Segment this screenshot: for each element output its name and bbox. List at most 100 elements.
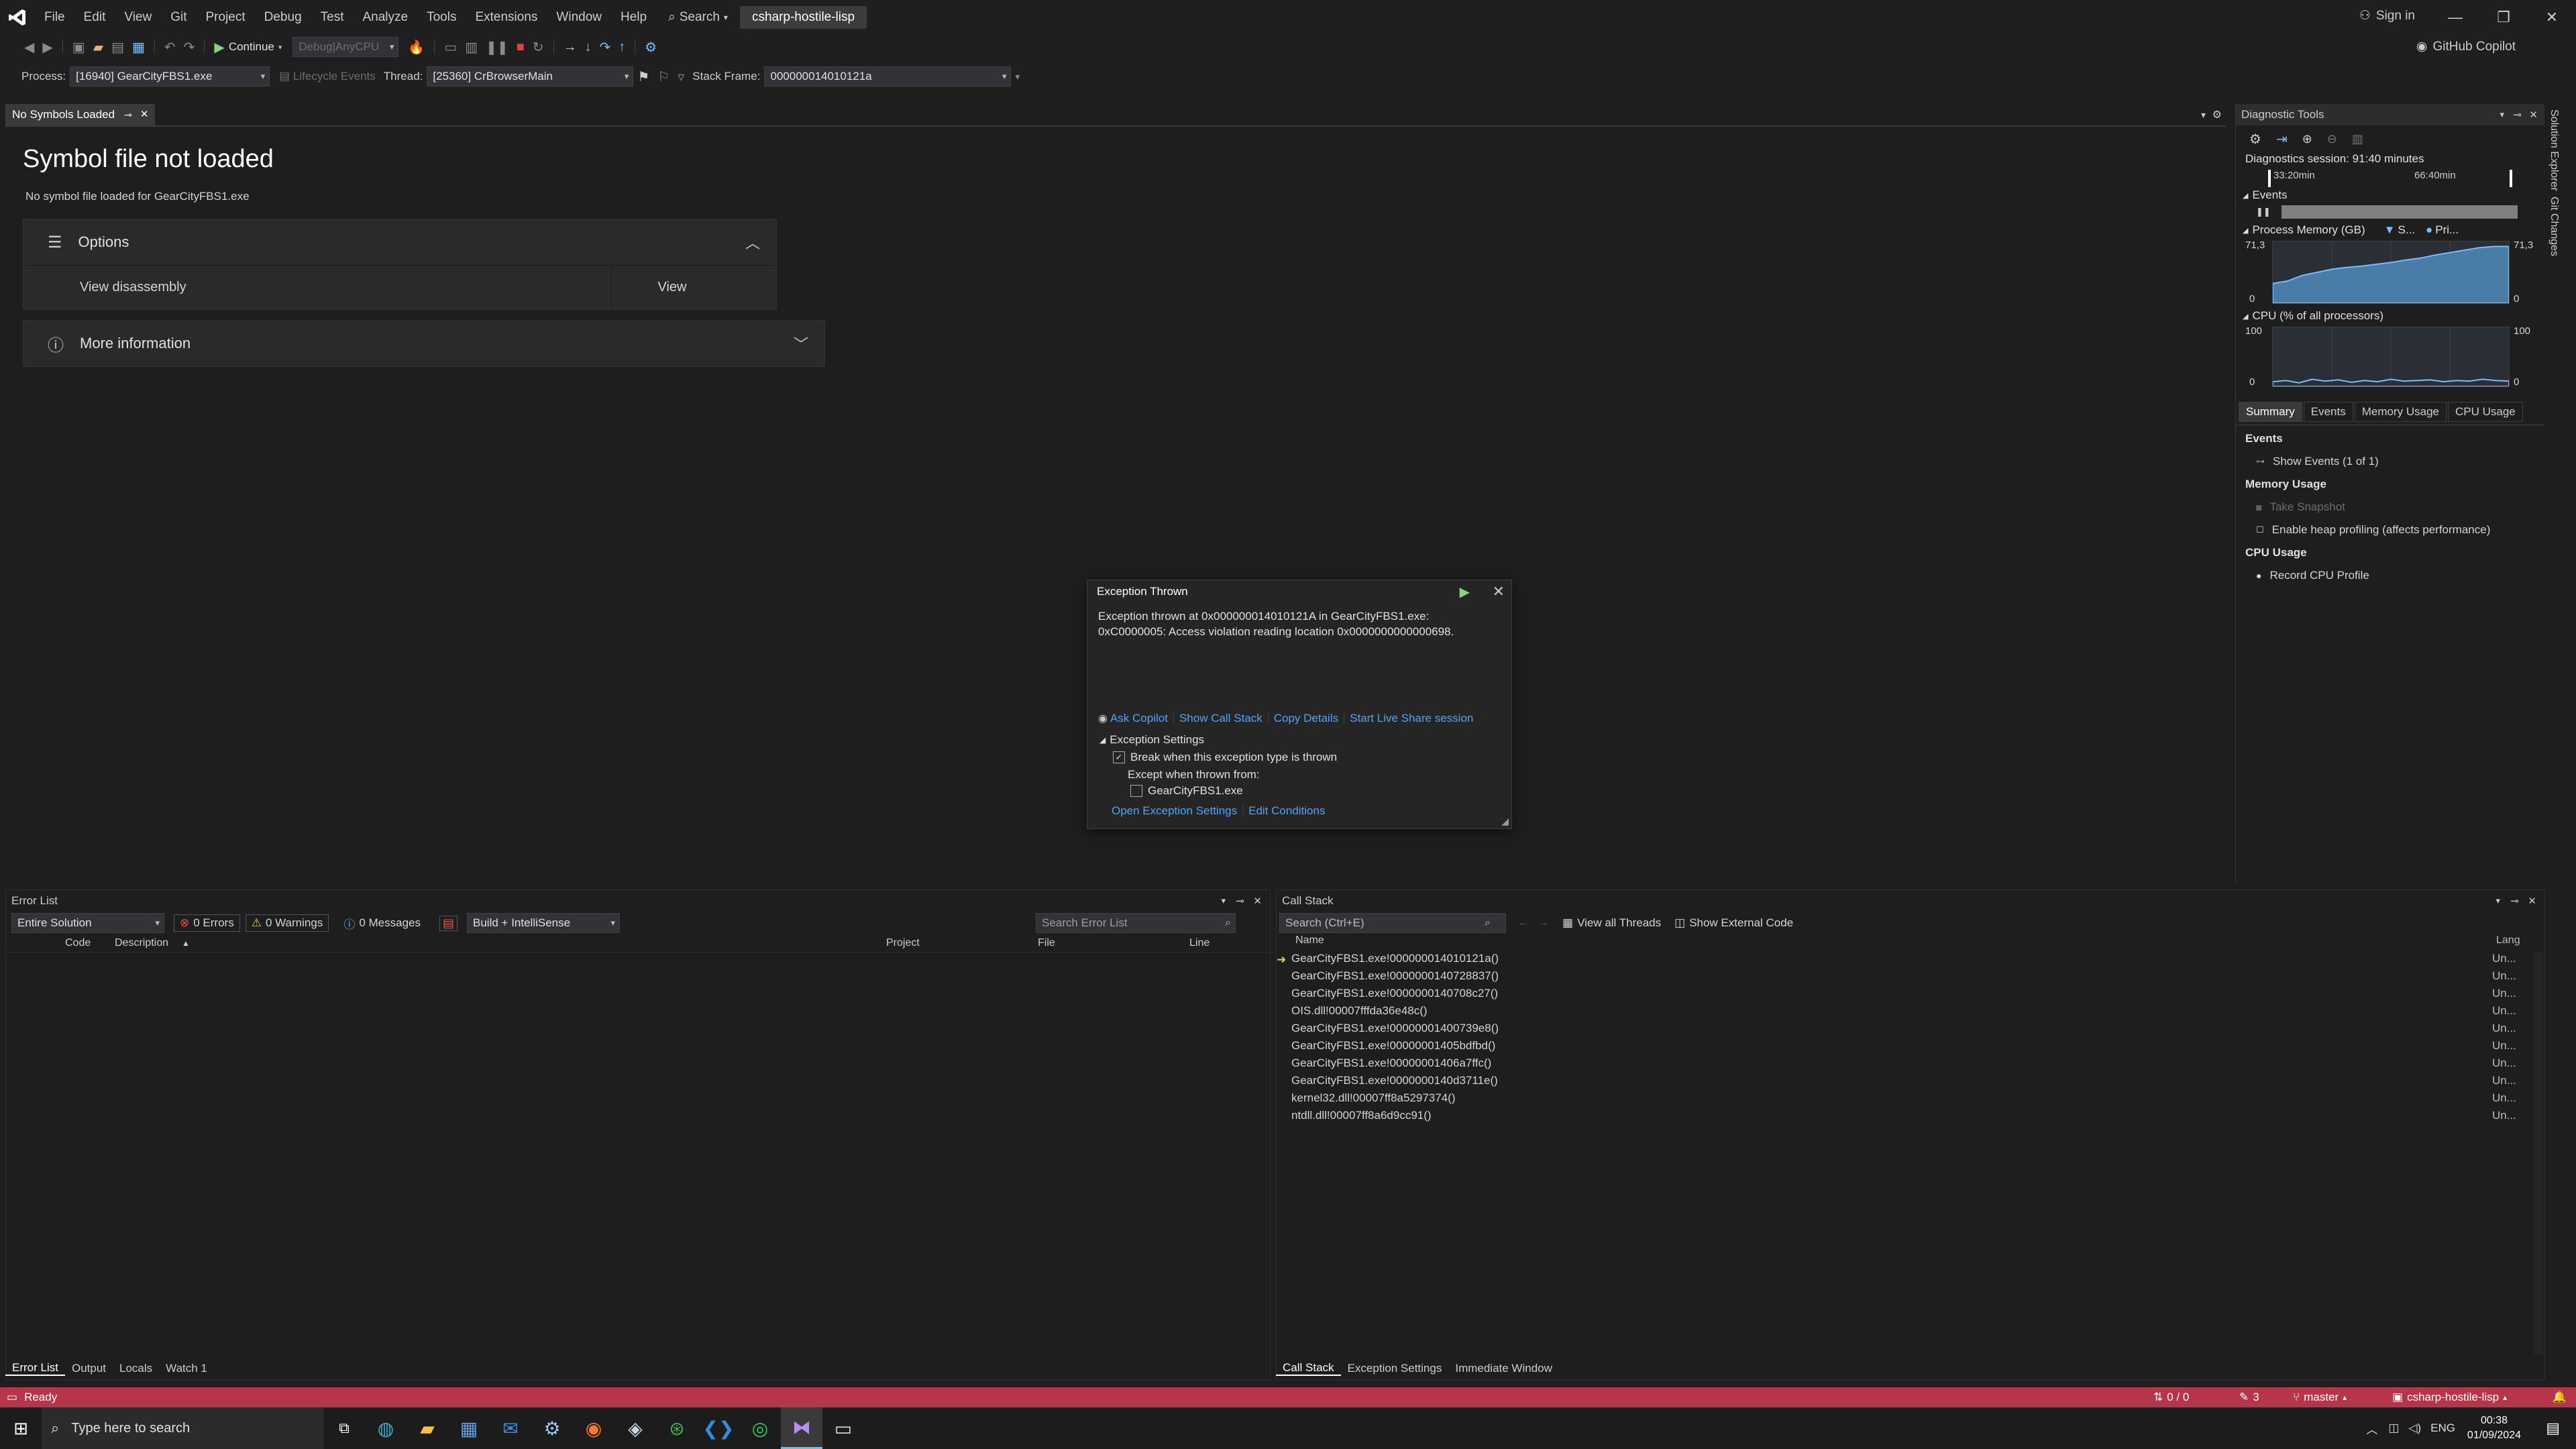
table-row[interactable]: ➜ GearCityFBS1.exe!000000014010121a() Un… bbox=[1277, 952, 2544, 969]
continue-button[interactable]: ▶ Continue ▾ bbox=[214, 39, 282, 56]
table-row[interactable]: ntdll.dll!00007ff8a6d9cc91() Un... bbox=[1277, 1109, 2544, 1126]
visual-studio-logo-icon[interactable] bbox=[0, 0, 35, 35]
take-snapshot-button[interactable]: ◙ Take Snapshot bbox=[2256, 500, 2535, 514]
start-live-share-link[interactable]: Start Live Share session bbox=[1350, 712, 1473, 725]
back-icon[interactable]: ◀ bbox=[24, 39, 34, 56]
column-code[interactable]: Code bbox=[65, 937, 91, 949]
clock[interactable]: 00:38 01/09/2024 bbox=[2467, 1413, 2521, 1443]
vscode-icon[interactable]: ❮❯ bbox=[698, 1407, 739, 1449]
menu-extensions[interactable]: Extensions bbox=[466, 0, 547, 35]
tab-solution-explorer[interactable]: Solution Explorer bbox=[2548, 109, 2560, 191]
memory-usage-graph[interactable] bbox=[2272, 241, 2510, 304]
table-row[interactable]: GearCityFBS1.exe!00000001400739e8() Un... bbox=[1277, 1022, 2544, 1039]
open-exception-settings-link[interactable]: Open Exception Settings bbox=[1112, 804, 1237, 818]
pin-icon[interactable]: ⊸ bbox=[2513, 109, 2522, 121]
close-icon[interactable]: ✕ bbox=[1253, 895, 1262, 907]
chevron-down-icon[interactable]: ▾ bbox=[1221, 896, 1226, 906]
build-filter-dropdown[interactable]: Build + IntelliSense ▾ bbox=[467, 913, 621, 933]
edit-conditions-link[interactable]: Edit Conditions bbox=[1248, 804, 1325, 818]
restart-icon[interactable]: ↻ bbox=[533, 39, 544, 56]
pin-icon[interactable]: ⊸ bbox=[124, 104, 132, 125]
status-output-icon[interactable]: ▭ bbox=[7, 1391, 17, 1404]
tab-locals[interactable]: Locals bbox=[113, 1362, 159, 1375]
zoom-out-icon[interactable]: ⊖ bbox=[2327, 132, 2337, 146]
step-over-icon[interactable]: ↷ bbox=[600, 39, 611, 56]
open-folder-icon[interactable]: ▰ bbox=[93, 39, 103, 56]
collapse-triangle-icon[interactable]: ◢ bbox=[2243, 191, 2248, 200]
copy-details-link[interactable]: Copy Details bbox=[1274, 712, 1338, 725]
record-cpu-button[interactable]: ● Record CPU Profile bbox=[2256, 569, 2535, 582]
close-icon[interactable]: ✕ bbox=[2528, 895, 2536, 907]
status-changes[interactable]: ✎ 3 bbox=[2239, 1391, 2259, 1404]
pause-icon[interactable]: ❚❚ bbox=[2256, 207, 2271, 217]
step-out-icon[interactable]: ↑ bbox=[619, 40, 625, 55]
menu-debug[interactable]: Debug bbox=[255, 0, 311, 35]
gear-icon[interactable]: ⚙ bbox=[2212, 108, 2222, 121]
more-information-panel[interactable]: ⓘ More information ﹀ bbox=[23, 320, 825, 367]
tab-events[interactable]: Events bbox=[2303, 402, 2353, 422]
ask-copilot-link[interactable]: ◉ Ask Copilot bbox=[1098, 712, 1168, 725]
arrow-right-icon[interactable]: → bbox=[1538, 917, 1549, 929]
close-icon[interactable]: ✕ bbox=[1493, 583, 1505, 600]
tab-no-symbols-loaded[interactable]: No Symbols Loaded ⊸ ✕ bbox=[5, 104, 156, 125]
search-menu-button[interactable]: ⌕ Search ▾ bbox=[668, 10, 728, 25]
performance-icon[interactable]: ⚙ bbox=[645, 39, 657, 56]
menu-git[interactable]: Git bbox=[161, 0, 196, 35]
status-sync[interactable]: ⇅ 0 / 0 bbox=[2153, 1391, 2189, 1404]
show-call-stack-link[interactable]: Show Call Stack bbox=[1179, 712, 1263, 725]
tab-summary[interactable]: Summary bbox=[2239, 402, 2302, 422]
menu-analyze[interactable]: Analyze bbox=[354, 0, 418, 35]
table-row[interactable]: GearCityFBS1.exe!0000000140d3711e() Un... bbox=[1277, 1074, 2544, 1091]
tab-list-dropdown-icon[interactable]: ▾ bbox=[2201, 109, 2206, 121]
pin-icon[interactable]: ⊸ bbox=[2510, 895, 2519, 907]
break-all-icon[interactable]: ❚❚ bbox=[486, 39, 508, 56]
table-row[interactable]: OIS.dll!00007fffda36e48c() Un... bbox=[1277, 1004, 2544, 1022]
menu-view[interactable]: View bbox=[115, 0, 161, 35]
taskbar-search-input[interactable]: ⌕ Type here to search bbox=[42, 1407, 323, 1449]
close-icon[interactable]: ✕ bbox=[2528, 0, 2576, 35]
menu-project[interactable]: Project bbox=[197, 0, 255, 35]
tab-memory-usage[interactable]: Memory Usage bbox=[2354, 402, 2447, 422]
timeline-start-marker[interactable] bbox=[2268, 170, 2271, 187]
collapse-triangle-icon[interactable]: ◢ bbox=[2243, 312, 2248, 321]
messages-filter-button[interactable]: ⓘ 0 Messages bbox=[338, 914, 426, 933]
save-icon[interactable]: ▤ bbox=[111, 39, 124, 56]
step-into-icon[interactable]: ↓ bbox=[585, 40, 592, 55]
tab-watch-1[interactable]: Watch 1 bbox=[159, 1362, 214, 1375]
resize-grip-icon[interactable]: ◢ bbox=[1501, 816, 1509, 827]
column-line[interactable]: Line bbox=[1189, 937, 1210, 949]
stack-frame-dropdown[interactable]: 000000014010121a ▾ bbox=[764, 66, 1012, 87]
firefox-icon[interactable]: ◉ bbox=[573, 1407, 614, 1449]
cpu-usage-graph[interactable] bbox=[2272, 327, 2510, 387]
heap-profiling-checkbox[interactable]: ☐ Enable heap profiling (affects perform… bbox=[2256, 523, 2535, 537]
mail-icon[interactable]: ✉ bbox=[490, 1407, 531, 1449]
table-row[interactable]: GearCityFBS1.exe!00000001405bdfbd() Un... bbox=[1277, 1039, 2544, 1057]
menu-file[interactable]: File bbox=[35, 0, 74, 35]
microsoft-store-icon[interactable]: ▦ bbox=[448, 1407, 490, 1449]
lifecycle-events-button[interactable]: ▤ Lifecycle Events bbox=[279, 70, 376, 83]
network-icon[interactable]: ◫ bbox=[2388, 1421, 2399, 1435]
file-explorer-icon[interactable]: ▰ bbox=[407, 1407, 448, 1449]
chevron-down-icon[interactable]: ▾ bbox=[2496, 896, 2500, 906]
menu-help[interactable]: Help bbox=[611, 0, 656, 35]
reset-zoom-icon[interactable]: ▥ bbox=[2352, 132, 2363, 146]
settings-gear-icon[interactable]: ⚙ bbox=[2249, 131, 2261, 148]
process-dropdown[interactable]: [16940] GearCityFBS1.exe ▾ bbox=[70, 66, 270, 87]
events-track[interactable] bbox=[2281, 205, 2518, 219]
input-language[interactable]: ENG bbox=[2430, 1421, 2455, 1435]
tab-exception-settings[interactable]: Exception Settings bbox=[1341, 1362, 1449, 1375]
hot-reload-icon[interactable]: 🔥 bbox=[408, 39, 425, 56]
pin-icon[interactable]: ⊸ bbox=[1236, 895, 1244, 907]
table-row[interactable]: GearCityFBS1.exe!00000001406a7ffc() Un... bbox=[1277, 1057, 2544, 1074]
menu-edit[interactable]: Edit bbox=[74, 0, 115, 35]
window-layout-icon[interactable]: ▥ bbox=[465, 39, 478, 56]
layout-icon[interactable]: ▭ bbox=[444, 39, 457, 56]
tab-call-stack[interactable]: Call Stack bbox=[1276, 1361, 1341, 1376]
status-repo[interactable]: ▣ csharp-hostile-lisp ▴ bbox=[2392, 1391, 2507, 1404]
save-all-icon[interactable]: ▦ bbox=[132, 39, 145, 56]
sign-in-button[interactable]: ⚇ Sign in bbox=[2359, 8, 2415, 23]
visual-studio-icon[interactable]: ⧓ bbox=[781, 1407, 822, 1449]
new-item-icon[interactable]: ▣ bbox=[72, 39, 85, 56]
arrow-left-icon[interactable]: ← bbox=[1518, 917, 1529, 929]
github-copilot-button[interactable]: ◉ GitHub Copilot bbox=[2416, 39, 2516, 54]
